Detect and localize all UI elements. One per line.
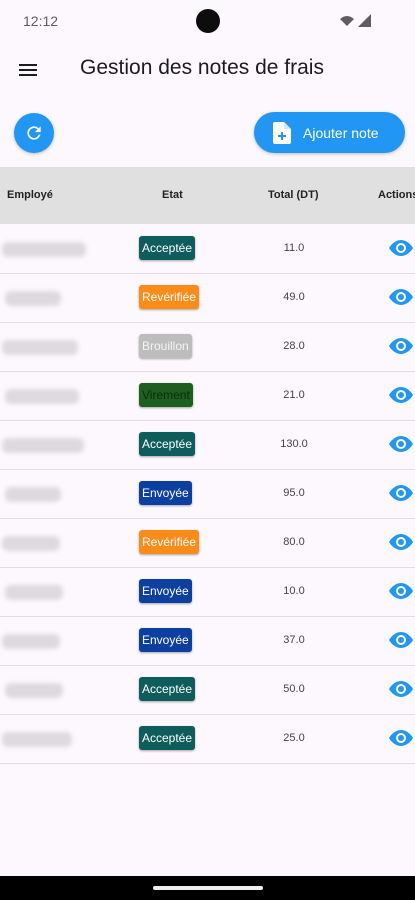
table-row: Envoyée 37.0 [0, 617, 415, 666]
view-eye-icon[interactable] [389, 287, 413, 307]
system-nav-bar [0, 876, 415, 900]
view-eye-icon[interactable] [389, 238, 413, 258]
table-row: Virement 21.0 [0, 372, 415, 421]
status-badge: Revérifiée [139, 530, 200, 554]
app-bar: Gestion des notes de frais [0, 42, 415, 98]
home-indicator[interactable] [153, 886, 263, 890]
status-badge: Brouillon [139, 334, 192, 358]
employee-name-redacted [5, 683, 63, 698]
status-badge: Envoyée [139, 481, 192, 505]
view-eye-icon[interactable] [389, 728, 413, 748]
total-amount: 37.0 [283, 634, 305, 646]
table-row: Acceptée 50.0 [0, 666, 415, 715]
table-row: Envoyée 10.0 [0, 568, 415, 617]
status-badge: Acceptée [139, 236, 196, 260]
status-time: 12:12 [23, 13, 59, 29]
view-eye-icon[interactable] [389, 336, 413, 356]
page-title: Gestion des notes de frais [80, 56, 324, 79]
status-badge: Acceptée [139, 677, 196, 701]
employee-name-redacted [5, 291, 61, 306]
status-badge: Acceptée [139, 726, 196, 750]
column-header-status: Etat [162, 189, 183, 201]
employee-name-redacted [2, 536, 60, 551]
total-amount: 95.0 [283, 487, 305, 499]
file-plus-icon [273, 121, 291, 144]
employee-name-redacted [2, 732, 72, 747]
view-eye-icon[interactable] [389, 532, 413, 552]
total-amount: 50.0 [283, 683, 305, 695]
table-body: Acceptée 11.0 Revérifiée 49.0 Brouillon 28.0 V… [0, 225, 415, 764]
signal-wifi-icon [340, 14, 371, 27]
view-eye-icon[interactable] [389, 434, 413, 454]
table-row: Revérifiée 80.0 [0, 519, 415, 568]
status-bar: 12:12 [0, 0, 415, 42]
column-header-actions: Actions [378, 189, 415, 201]
total-amount: 10.0 [283, 585, 305, 597]
status-badge: Virement [139, 383, 193, 407]
status-badge: Acceptée [139, 432, 196, 456]
employee-name-redacted [5, 585, 63, 600]
column-header-total: Total (DT) [268, 189, 319, 201]
view-eye-icon[interactable] [389, 581, 413, 601]
view-eye-icon[interactable] [389, 679, 413, 699]
total-amount: 11.0 [283, 242, 305, 254]
status-badge: Revérifiée [139, 285, 200, 309]
total-amount: 28.0 [283, 340, 305, 352]
view-eye-icon[interactable] [389, 385, 413, 405]
table-row: Envoyée 95.0 [0, 470, 415, 519]
view-eye-icon[interactable] [389, 630, 413, 650]
refresh-button[interactable] [14, 113, 54, 153]
total-amount: 49.0 [283, 291, 305, 303]
camera-cutout [196, 9, 220, 33]
total-amount: 80.0 [283, 536, 305, 548]
table-row: Brouillon 28.0 [0, 323, 415, 372]
column-header-employee: Employé [7, 189, 53, 201]
status-badge: Envoyée [139, 579, 192, 603]
table-row: Acceptée 11.0 [0, 225, 415, 274]
add-note-label: Ajouter note [303, 124, 379, 141]
refresh-icon [27, 126, 41, 140]
add-note-button[interactable]: Ajouter note [254, 112, 405, 153]
table-header: Employé Etat Total (DT) Actions [0, 167, 415, 224]
hamburger-menu-icon[interactable] [16, 58, 40, 82]
view-eye-icon[interactable] [389, 483, 413, 503]
employee-name-redacted [2, 242, 86, 257]
employee-name-redacted [2, 340, 78, 355]
total-amount: 130.0 [280, 438, 308, 450]
table-row: Acceptée 25.0 [0, 715, 415, 764]
table-row: Revérifiée 49.0 [0, 274, 415, 323]
employee-name-redacted [5, 487, 61, 502]
status-badge: Envoyée [139, 628, 192, 652]
employee-name-redacted [5, 389, 79, 404]
employee-name-redacted [2, 438, 84, 453]
total-amount: 21.0 [283, 389, 305, 401]
table-row: Acceptée 130.0 [0, 421, 415, 470]
total-amount: 25.0 [283, 732, 305, 744]
employee-name-redacted [2, 634, 60, 649]
